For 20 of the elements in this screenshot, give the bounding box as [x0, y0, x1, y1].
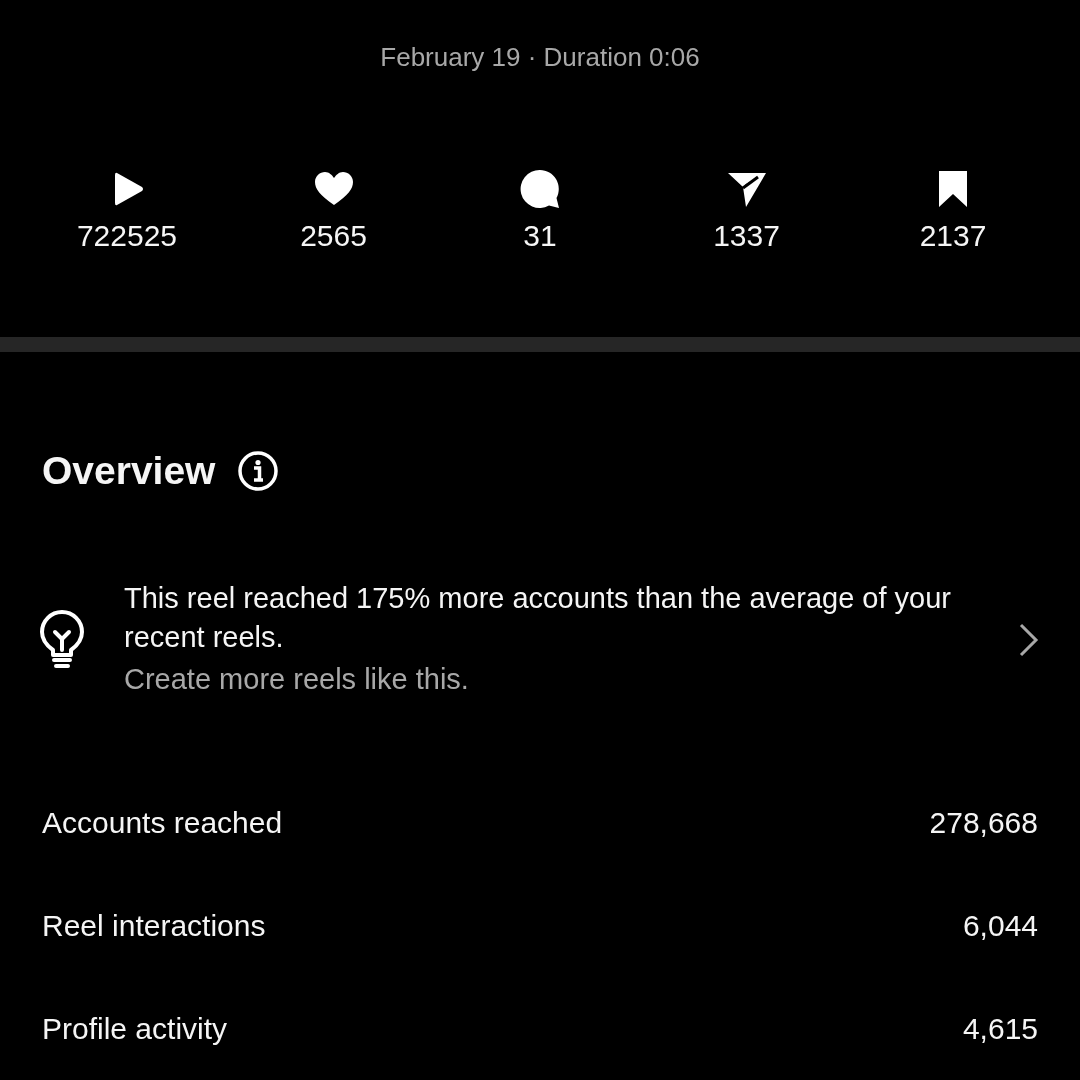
metric-value: 6,044 [962, 907, 1038, 944]
info-icon[interactable] [237, 450, 280, 493]
chevron-right-icon [1018, 621, 1040, 658]
stat-count: 1337 [713, 221, 780, 251]
metric-value: 4,615 [962, 1010, 1038, 1047]
metric-label: Profile activity [42, 1010, 228, 1047]
metric-label: Accounts reached [42, 804, 283, 841]
stat-count: 31 [523, 221, 557, 251]
insight-row[interactable]: This reel reached 175% more accounts than the average of your recent reels. Create more reels like this. [0, 500, 1080, 701]
date-duration-text: February 19 · Duration 0:06 [379, 41, 701, 74]
speech-bubble-icon [518, 167, 562, 211]
stat-count: 722525 [76, 221, 178, 251]
insight-text: This reel reached 175% more accounts than the average of your recent reels. [124, 580, 952, 655]
stat-count: 2565 [300, 221, 367, 251]
metric-value: 278,668 [929, 804, 1038, 841]
stat-count: 2137 [919, 221, 987, 251]
lightbulb-icon [38, 609, 86, 670]
metric-label: Reel interactions [42, 907, 266, 944]
insight-hint: Create more reels like this. [124, 661, 470, 697]
section-title: Overview [42, 448, 216, 494]
